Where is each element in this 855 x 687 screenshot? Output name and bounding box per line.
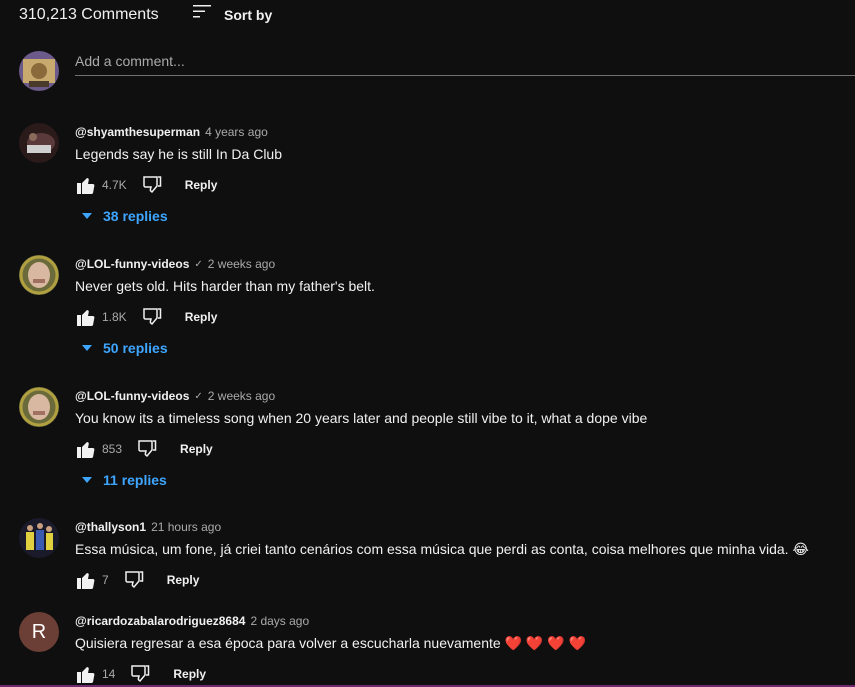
comment-text: You know its a timeless song when 20 yea… — [75, 410, 648, 426]
verified-check-icon: ✓ — [194, 258, 203, 270]
like-count: 1.8K — [102, 310, 127, 324]
comment-text: Never gets old. Hits harder than my fath… — [75, 278, 375, 294]
like-icon[interactable] — [75, 306, 97, 328]
commenter-avatar[interactable] — [19, 518, 59, 558]
comment-body: @thallyson1 21 hours ago Essa música, um… — [75, 518, 855, 589]
dislike-icon[interactable] — [123, 569, 145, 591]
caret-down-icon — [81, 207, 93, 225]
comment-meta: @shyamthesuperman 4 years ago — [75, 123, 855, 141]
like-count: 7 — [102, 573, 109, 587]
comment-meta: @LOL-funny-videos ✓ 2 weeks ago — [75, 387, 855, 405]
commenter-avatar[interactable] — [19, 123, 59, 163]
user-avatar — [19, 51, 59, 91]
dislike-icon[interactable] — [129, 663, 151, 685]
like-icon[interactable] — [75, 438, 97, 460]
comment-actions: 7 Reply — [75, 568, 199, 592]
comment-author[interactable]: @LOL-funny-videos — [75, 389, 189, 403]
like-count: 853 — [102, 442, 123, 456]
dislike-icon[interactable] — [141, 306, 163, 328]
comment-author[interactable]: @thallyson1 — [75, 520, 146, 534]
like-icon[interactable] — [75, 569, 97, 591]
comment-author[interactable]: @shyamthesuperman — [75, 125, 200, 139]
comment-body: @LOL-funny-videos ✓ 2 weeks ago Never ge… — [75, 255, 855, 356]
reply-button[interactable]: Reply — [185, 178, 218, 192]
like-icon[interactable] — [75, 663, 97, 685]
commenter-avatar[interactable] — [19, 387, 59, 427]
comment-time[interactable]: 2 weeks ago — [208, 389, 275, 403]
comment-time[interactable]: 21 hours ago — [151, 520, 221, 534]
dislike-icon[interactable] — [136, 438, 158, 460]
comment-body: @ricardozabalarodriguez8684 2 days ago Q… — [75, 612, 855, 683]
comment-actions: 853 Reply — [75, 437, 213, 461]
comment-text: Quisiera regresar a esa época para volve… — [75, 635, 586, 651]
reply-button[interactable]: Reply — [180, 442, 213, 456]
comment-text: Legends say he is still In Da Club — [75, 146, 282, 162]
replies-count: 50 replies — [103, 340, 168, 356]
reply-button[interactable]: Reply — [167, 573, 200, 587]
comment-body: @shyamthesuperman 4 years ago Legends sa… — [75, 123, 855, 224]
like-count: 4.7K — [102, 178, 127, 192]
sort-lines-icon — [192, 3, 212, 26]
view-replies-button[interactable]: 50 replies — [81, 339, 168, 357]
replies-count: 11 replies — [103, 472, 167, 488]
comment-time[interactable]: 4 years ago — [205, 125, 268, 139]
comment-meta: @LOL-funny-videos ✓ 2 weeks ago — [75, 255, 855, 273]
view-replies-button[interactable]: 38 replies — [81, 207, 168, 225]
dislike-icon[interactable] — [141, 174, 163, 196]
comment-meta: @ricardozabalarodriguez8684 2 days ago — [75, 612, 855, 630]
comment-body: @LOL-funny-videos ✓ 2 weeks ago You know… — [75, 387, 855, 488]
comment-actions: 1.8K Reply — [75, 305, 217, 329]
view-replies-button[interactable]: 11 replies — [81, 471, 167, 489]
add-comment-placeholder: Add a comment... — [75, 53, 185, 69]
comment-count: 310,213 Comments — [19, 6, 159, 23]
comment-time[interactable]: 2 days ago — [250, 614, 309, 628]
commenter-avatar[interactable] — [19, 255, 59, 295]
reply-button[interactable]: Reply — [173, 667, 206, 681]
commenter-avatar[interactable]: R — [19, 612, 59, 652]
comment-meta: @thallyson1 21 hours ago — [75, 518, 855, 536]
comment-author[interactable]: @LOL-funny-videos — [75, 257, 189, 271]
comment-text: Essa música, um fone, já criei tanto cen… — [75, 541, 809, 557]
verified-check-icon: ✓ — [194, 390, 203, 402]
add-comment-row: Add a comment... — [19, 51, 855, 93]
reply-button[interactable]: Reply — [185, 310, 218, 324]
comment-author[interactable]: @ricardozabalarodriguez8684 — [75, 614, 245, 628]
comment-time[interactable]: 2 weeks ago — [208, 257, 275, 271]
sort-by-label: Sort by — [224, 6, 273, 23]
caret-down-icon — [81, 339, 93, 357]
like-count: 14 — [102, 667, 116, 681]
add-comment-input[interactable]: Add a comment... — [75, 51, 855, 76]
like-icon[interactable] — [75, 174, 97, 196]
caret-down-icon — [81, 471, 93, 489]
replies-count: 38 replies — [103, 208, 168, 224]
comment-actions: 14 Reply — [75, 662, 206, 686]
sort-by-button[interactable]: Sort by — [192, 3, 272, 26]
comment-actions: 4.7K Reply — [75, 173, 217, 197]
